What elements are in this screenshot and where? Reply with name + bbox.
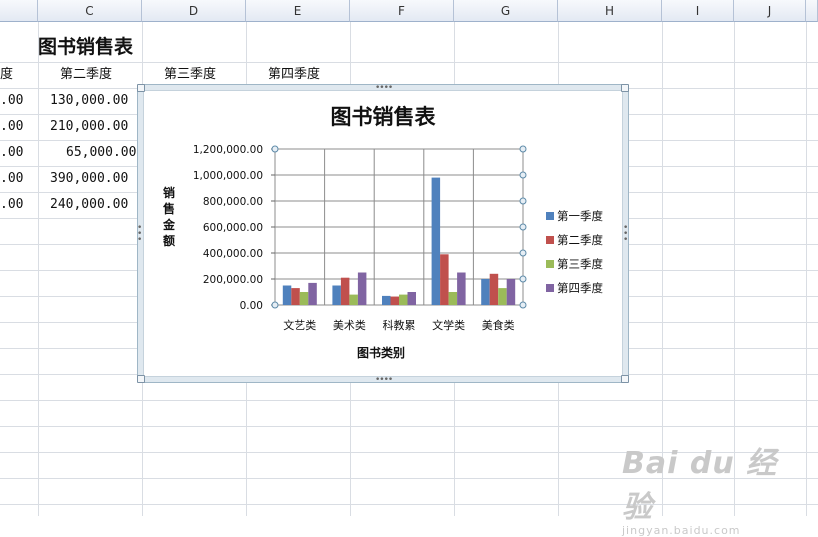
bar-3-5 xyxy=(498,288,507,305)
plot-area-handle xyxy=(519,223,527,231)
grid-line xyxy=(0,62,818,63)
bar-4-2 xyxy=(357,272,367,305)
sheet-title-cell[interactable]: 图书销售表 xyxy=(38,32,133,59)
y-tick-label: 0.00 xyxy=(240,300,263,312)
cell-c-row1[interactable]: 130,000.00 xyxy=(50,88,128,114)
col-header-g[interactable]: G xyxy=(454,0,558,22)
bar-3-1 xyxy=(299,292,309,305)
plot-area-handle xyxy=(271,145,279,153)
y-tick-label: 1,000,000.00 xyxy=(193,170,263,182)
col-header-h[interactable]: H xyxy=(558,0,662,22)
baidu-url: jingyan.baidu.com xyxy=(622,524,741,537)
col-header-f[interactable]: F xyxy=(350,0,454,22)
bar-1-4 xyxy=(431,177,441,305)
bar-1-5 xyxy=(481,279,490,305)
x-tick-label: 美食类 xyxy=(482,318,515,332)
cell-c-row3[interactable]: 65,000.00 xyxy=(66,140,136,166)
cell-b-row3[interactable]: .00 xyxy=(0,140,23,166)
legend-swatch-4 xyxy=(546,284,554,292)
col-header-c[interactable]: C xyxy=(38,0,142,22)
bar-3-3 xyxy=(399,294,408,305)
x-axis-title: 图书类别 xyxy=(357,345,405,360)
baidu-logo: Bai du 经验 xyxy=(622,446,778,525)
bar-4-5 xyxy=(506,279,516,305)
x-tick-label: 文艺类 xyxy=(283,318,316,332)
col-header-i[interactable]: I xyxy=(662,0,734,22)
cell-c-row5[interactable]: 240,000.00 xyxy=(50,192,128,218)
legend-label-3: 第三季度 xyxy=(557,257,603,271)
baidu-watermark: Bai du 经验 jingyan.baidu.com xyxy=(622,438,782,537)
x-tick-label: 文学类 xyxy=(432,318,465,332)
bar-2-3 xyxy=(390,296,399,305)
bar-4-4 xyxy=(457,272,466,305)
grid-line xyxy=(38,22,39,516)
plot-area-handle xyxy=(519,249,527,257)
legend-label-1: 第一季度 xyxy=(557,209,603,223)
x-tick-label: 美术类 xyxy=(333,318,366,332)
plot-area-handle xyxy=(519,145,527,153)
y-tick-label: 400,000.00 xyxy=(203,248,263,260)
cell-b-row1[interactable]: .00 xyxy=(0,88,23,114)
bar-2-1 xyxy=(291,288,300,305)
col-header-b[interactable] xyxy=(0,0,38,22)
y-tick-label: 600,000.00 xyxy=(203,222,263,234)
bar-2-2 xyxy=(340,277,350,305)
y-tick-label: 1,200,000.00 xyxy=(193,144,263,156)
plot-area-handle xyxy=(271,301,279,309)
bar-3-2 xyxy=(349,294,358,305)
bar-1-1 xyxy=(282,285,292,305)
bar-chart[interactable]: 图书销售表 0.00 200,000.00 400,000.00 600,000.00 8… xyxy=(138,85,630,384)
plot-area-handle xyxy=(519,197,527,205)
y-tick-label: 200,000.00 xyxy=(203,274,263,286)
col-header-j[interactable]: J xyxy=(734,0,806,22)
chart-title: 图书销售表 xyxy=(331,105,437,129)
legend-label-4: 第四季度 xyxy=(557,281,603,295)
header-cell-q1-partial[interactable]: 度 xyxy=(0,62,13,88)
spreadsheet-area[interactable]: C D E F G H I J 图书销售表 度 第二季度 第三季度 第四季度 .… xyxy=(0,0,818,537)
legend-swatch-1 xyxy=(546,212,554,220)
legend-swatch-3 xyxy=(546,260,554,268)
bar-4-1 xyxy=(308,282,317,305)
header-cell-q2[interactable]: 第二季度 xyxy=(60,62,112,88)
cell-b-row4[interactable]: .00 xyxy=(0,166,23,192)
bar-2-5 xyxy=(489,273,499,305)
bar-1-3 xyxy=(382,295,391,305)
plot-area-handle xyxy=(519,301,527,309)
bar-4-3 xyxy=(407,292,416,305)
plot-area-handle xyxy=(519,171,527,179)
bar-2-4 xyxy=(440,254,449,305)
legend-swatch-2 xyxy=(546,236,554,244)
col-header-d[interactable]: D xyxy=(142,0,246,22)
bar-3-4 xyxy=(448,292,458,305)
cell-c-row2[interactable]: 210,000.00 xyxy=(50,114,128,140)
cell-c-row4[interactable]: 390,000.00 xyxy=(50,166,128,192)
grid-line xyxy=(0,426,818,427)
y-axis-title: 销售金额 xyxy=(162,185,176,248)
grid-line xyxy=(806,22,807,516)
plot-area-handle xyxy=(519,275,527,283)
legend-label-2: 第二季度 xyxy=(557,233,603,247)
y-tick-label: 800,000.00 xyxy=(203,196,263,208)
col-header-e[interactable]: E xyxy=(246,0,350,22)
chart-object[interactable]: •••• •••• • • • • • • 图书销售表 0.00 200,000.00 400… xyxy=(137,84,630,385)
cell-b-row2[interactable]: .00 xyxy=(0,114,23,140)
bar-1-2 xyxy=(332,285,341,305)
col-header-k[interactable] xyxy=(806,0,818,22)
grid-line xyxy=(0,400,818,401)
cell-b-row5[interactable]: .00 xyxy=(0,192,23,218)
x-tick-label: 科教累 xyxy=(383,318,416,332)
